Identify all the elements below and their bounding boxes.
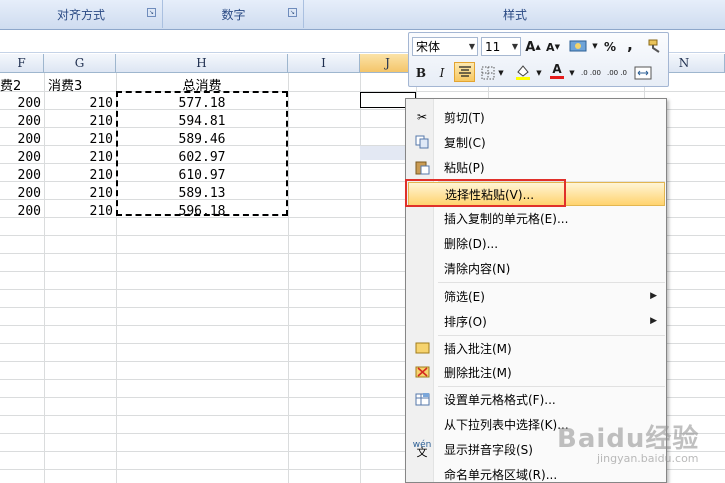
gridline <box>360 73 361 483</box>
format-painter-button[interactable] <box>645 36 665 56</box>
menu-item-label: 排序(O) <box>444 314 487 329</box>
cell-hover-highlight <box>360 146 410 160</box>
center-align-button[interactable] <box>454 62 475 82</box>
grow-font-button[interactable]: A ▲ <box>525 37 541 57</box>
chevron-down-icon[interactable]: ▼ <box>535 63 543 83</box>
font-color-glyph: A <box>552 62 562 76</box>
cell-f[interactable]: 200 <box>0 199 44 223</box>
menu-item-label: 复制(C) <box>444 135 486 150</box>
menu-item-format-cells[interactable]: 设置单元格格式(F)... <box>408 387 665 411</box>
shrink-font-button[interactable]: A ▼ <box>545 37 561 57</box>
shrink-font-glyph: A <box>546 40 555 54</box>
format-cells-icon <box>413 391 431 407</box>
alignment-group: 对齐方式 ↘ <box>0 0 163 28</box>
styles-group: 样式 <box>305 0 725 28</box>
mini-toolbar: 宋体 ▼ 11 ▼ A ▲ A ▼ ▼ % , B I ▼ ▼ A ▼ .0 .00… <box>408 32 669 87</box>
alignment-group-label: 对齐方式 <box>56 7 105 22</box>
delete-comment-icon <box>413 364 431 380</box>
currency-icon <box>569 40 587 52</box>
insert-comment-icon <box>413 340 431 356</box>
menu-item-label: 设置单元格格式(F)... <box>444 392 556 407</box>
column-header-f[interactable]: F <box>0 54 44 73</box>
comma-style-button[interactable]: , <box>623 35 637 55</box>
menu-item-label: 删除(D)... <box>444 236 499 251</box>
menu-item-label: 插入批注(M) <box>444 341 512 356</box>
borders-button[interactable] <box>480 63 496 83</box>
align-center-icon <box>458 66 471 77</box>
menu-item-label: 显示拼音字段(S) <box>444 442 533 457</box>
grow-font-glyph: A <box>525 39 536 55</box>
menu-item-label: 从下拉列表中选择(K)... <box>444 417 569 432</box>
menu-item-label: 清除内容(N) <box>444 261 511 276</box>
menu-item-delete-comment[interactable]: 删除批注(M) <box>408 360 665 384</box>
dialog-launcher-icon[interactable]: ↘ <box>147 8 156 17</box>
font-color-swatch <box>550 76 564 79</box>
watermark-brand: Baidu经验 <box>557 424 700 454</box>
styles-group-label: 样式 <box>502 7 527 22</box>
menu-item-label: 剪切(T) <box>444 110 485 125</box>
percent-style-button[interactable]: % <box>602 37 618 57</box>
dialog-launcher-icon[interactable]: ↘ <box>288 8 297 17</box>
menu-item-label: 粘贴(P) <box>444 160 485 175</box>
fill-bucket-icon <box>516 65 530 80</box>
number-group-label: 数字 <box>221 7 246 22</box>
menu-item-label: 筛选(E) <box>444 289 485 304</box>
submenu-arrow-icon: ▶ <box>650 316 657 326</box>
font-size-value: 11 <box>485 39 501 54</box>
number-group: 数字 ↘ <box>164 0 304 28</box>
menu-item-label: 命名单元格区域(R)... <box>444 467 558 482</box>
italic-button[interactable]: I <box>434 63 450 83</box>
decrease-decimal-button[interactable]: .00 .0 <box>606 63 628 83</box>
merge-center-button[interactable] <box>632 63 654 83</box>
chevron-down-icon[interactable]: ▼ <box>469 38 475 55</box>
menu-item-clear-contents[interactable]: 清除内容(N) <box>408 256 665 280</box>
chevron-down-icon[interactable]: ▼ <box>568 63 576 83</box>
menu-item-filter[interactable]: 筛选(E) ▶ <box>408 284 665 308</box>
watermark-url: jingyan.baidu.com <box>597 452 699 465</box>
menu-item-cut[interactable]: ✂ 剪切(T) <box>408 105 665 129</box>
baidu-watermark: Baidu经验 jingyan.baidu.com <box>557 418 722 480</box>
gridline <box>288 73 289 483</box>
column-header-i[interactable]: I <box>288 54 360 73</box>
copy-marquee <box>116 91 288 216</box>
font-name-combo[interactable]: 宋体 ▼ <box>412 37 478 56</box>
chevron-down-icon[interactable]: ▼ <box>512 38 518 55</box>
borders-icon <box>481 66 495 80</box>
menu-item-copy[interactable]: 复制(C) <box>408 130 665 154</box>
font-name-value: 宋体 <box>416 40 441 54</box>
menu-item-label: 删除批注(M) <box>444 365 512 380</box>
accounting-format-button[interactable] <box>566 36 590 56</box>
copy-icon <box>413 134 431 150</box>
annotation-highlight-box <box>405 179 566 207</box>
merge-center-icon <box>634 66 652 80</box>
menu-item-insert-copied-cells[interactable]: 插入复制的单元格(E)... <box>408 206 665 230</box>
menu-item-label: 插入复制的单元格(E)... <box>444 211 569 226</box>
increase-decimal-button[interactable]: .0 .00 <box>580 63 602 83</box>
phonetic-icon: wén 文 <box>412 440 432 459</box>
cell-g[interactable]: 210 <box>44 199 116 223</box>
chevron-down-icon[interactable]: ▼ <box>497 63 505 83</box>
menu-item-sort[interactable]: 排序(O) ▶ <box>408 309 665 333</box>
menu-item-paste[interactable]: 粘贴(P) <box>408 155 665 179</box>
column-header-g[interactable]: G <box>44 54 116 73</box>
font-color-button[interactable]: A <box>548 61 566 81</box>
column-header-h[interactable]: H <box>116 54 288 73</box>
scissors-icon: ✂ <box>416 110 428 124</box>
font-size-combo[interactable]: 11 ▼ <box>481 37 521 56</box>
submenu-arrow-icon: ▶ <box>650 291 657 301</box>
bold-button[interactable]: B <box>413 63 429 83</box>
chevron-down-icon[interactable]: ▼ <box>591 36 599 56</box>
ribbon-group-bar: 对齐方式 ↘ 数字 ↘ 样式 <box>0 0 725 30</box>
menu-separator <box>438 282 665 283</box>
fill-color-button[interactable] <box>512 62 534 82</box>
menu-item-delete[interactable]: 删除(D)... <box>408 231 665 255</box>
menu-item-insert-comment[interactable]: 插入批注(M) <box>408 336 665 360</box>
format-painter-icon <box>648 39 660 53</box>
paste-icon <box>413 159 431 175</box>
